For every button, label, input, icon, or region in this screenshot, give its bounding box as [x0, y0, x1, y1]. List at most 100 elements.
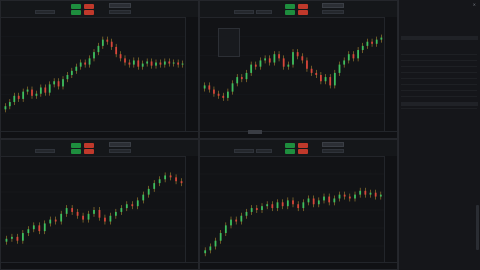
- price-axis[interactable]: [185, 156, 198, 263]
- sell-button-2[interactable]: [298, 149, 308, 154]
- price-field[interactable]: [109, 10, 131, 14]
- account-info-header[interactable]: [401, 102, 478, 106]
- popup-row: [219, 49, 239, 52]
- sell-button[interactable]: [298, 143, 308, 148]
- candle: [374, 192, 377, 197]
- candle: [109, 215, 112, 222]
- candle: [114, 211, 117, 216]
- candle: [235, 219, 238, 222]
- candle: [315, 72, 318, 75]
- candlestick-chart[interactable]: [200, 156, 386, 264]
- sell-button-2[interactable]: [84, 10, 94, 15]
- candle: [4, 106, 7, 110]
- price-axis[interactable]: [185, 17, 198, 132]
- candle: [214, 240, 217, 247]
- candle: [132, 60, 135, 65]
- order-price-field[interactable]: [256, 149, 272, 153]
- candle: [261, 206, 263, 210]
- candle: [106, 39, 109, 42]
- settings-button[interactable]: [322, 142, 344, 147]
- candle: [131, 204, 134, 207]
- candle: [352, 54, 355, 59]
- candle: [306, 60, 308, 69]
- candle: [168, 61, 171, 64]
- candle: [177, 62, 180, 65]
- candle: [361, 45, 364, 51]
- chart-pane-4[interactable]: [199, 139, 398, 270]
- buy-button-2[interactable]: [71, 149, 81, 154]
- candle: [70, 70, 73, 75]
- candle: [163, 61, 166, 65]
- candle: [312, 198, 315, 205]
- price-field[interactable]: [109, 149, 131, 153]
- candle: [62, 79, 64, 87]
- buy-button-2[interactable]: [285, 149, 295, 154]
- buy-button[interactable]: [285, 143, 295, 148]
- candle: [32, 225, 35, 230]
- order-quantity-field[interactable]: [35, 149, 55, 153]
- candle: [5, 238, 8, 242]
- market-watch-header[interactable]: [401, 36, 478, 40]
- candle: [175, 177, 177, 182]
- order-quantity-field[interactable]: [35, 10, 55, 14]
- market-watch-list: [401, 49, 477, 109]
- price-field[interactable]: [322, 149, 344, 153]
- candle: [329, 77, 332, 86]
- order-price-field[interactable]: [256, 10, 272, 14]
- settings-button[interactable]: [109, 3, 131, 8]
- candle: [333, 72, 336, 86]
- order-quantity-field[interactable]: [234, 10, 254, 14]
- candle: [271, 204, 274, 209]
- sell-button-2[interactable]: [84, 149, 94, 154]
- time-axis[interactable]: [200, 131, 397, 138]
- chart-pane-1[interactable]: [0, 0, 199, 139]
- time-axis[interactable]: [1, 262, 198, 269]
- candle: [54, 219, 57, 222]
- candle: [259, 60, 262, 67]
- candlestick-chart[interactable]: [1, 17, 187, 133]
- candle: [208, 85, 211, 90]
- candlestick-chart[interactable]: [1, 156, 187, 264]
- candle: [328, 196, 331, 203]
- buy-button-2[interactable]: [71, 10, 81, 15]
- candle: [348, 196, 351, 199]
- buy-button[interactable]: [71, 143, 81, 148]
- candle: [250, 64, 253, 73]
- buy-button[interactable]: [285, 4, 295, 9]
- candle: [369, 192, 372, 195]
- price-axis[interactable]: [384, 156, 397, 263]
- candle: [26, 89, 29, 92]
- candle: [213, 89, 215, 94]
- candle: [93, 52, 95, 59]
- chart-pane-3[interactable]: [0, 139, 199, 270]
- candle: [66, 75, 69, 80]
- candle: [75, 66, 78, 71]
- sell-button-2[interactable]: [298, 10, 308, 15]
- sell-button[interactable]: [84, 143, 94, 148]
- sell-button[interactable]: [298, 4, 308, 9]
- price-axis[interactable]: [384, 17, 397, 132]
- time-axis[interactable]: [1, 131, 198, 138]
- candle: [120, 208, 123, 212]
- candle: [276, 202, 279, 209]
- candle: [158, 179, 161, 184]
- candle: [57, 81, 60, 87]
- candle: [273, 54, 276, 63]
- buy-button-2[interactable]: [285, 10, 295, 15]
- chart-pane-2[interactable]: [199, 0, 398, 139]
- price-field[interactable]: [322, 10, 344, 14]
- order-quantity-field[interactable]: [234, 149, 254, 153]
- sell-button[interactable]: [84, 4, 94, 9]
- candle: [347, 54, 350, 61]
- candle: [84, 62, 87, 65]
- sidebar-scrollbar[interactable]: [476, 205, 479, 250]
- settings-button[interactable]: [322, 3, 344, 8]
- buy-button[interactable]: [71, 4, 81, 9]
- settings-button[interactable]: [109, 142, 131, 147]
- candle: [324, 77, 327, 82]
- candle: [250, 208, 253, 212]
- candle: [65, 208, 68, 214]
- close-icon[interactable]: ×: [473, 2, 476, 7]
- candle: [137, 60, 140, 67]
- time-axis[interactable]: [200, 262, 397, 269]
